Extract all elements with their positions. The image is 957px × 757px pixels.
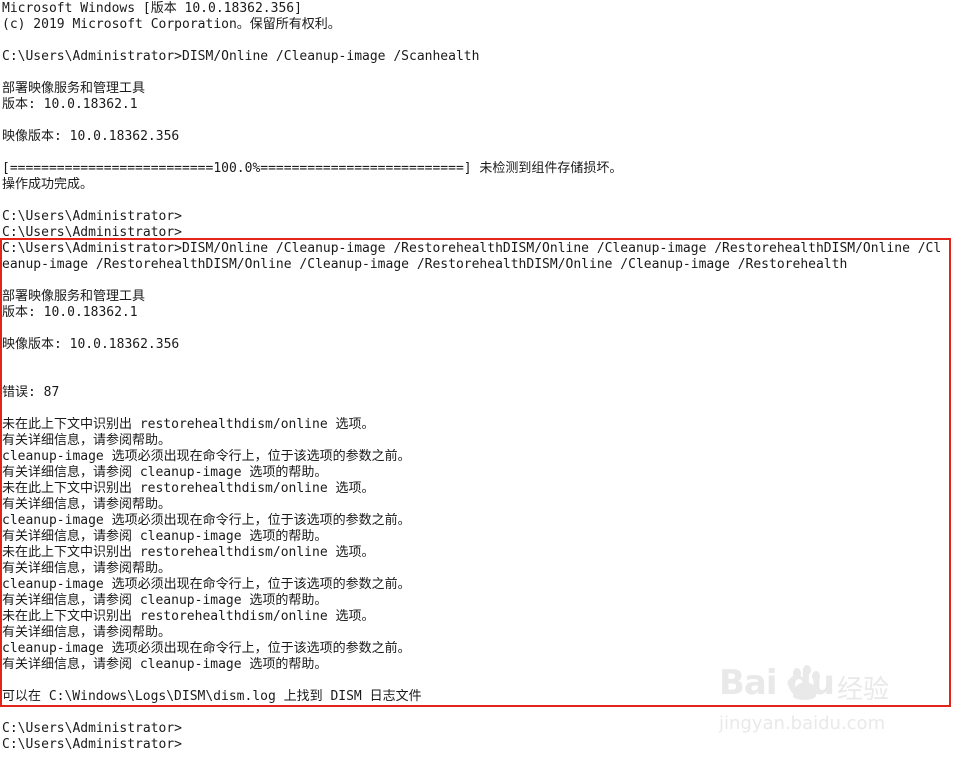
tool-name-line: 部署映像服务和管理工具 <box>2 289 146 304</box>
result-line: 操作成功完成。 <box>2 177 94 192</box>
error-message-line: cleanup-image 选项必须出现在命令行上，位于该选项的参数之前。 <box>2 449 411 464</box>
error-message-line: 未在此上下文中识别出 restorehealthdism/online 选项。 <box>2 545 375 560</box>
error-message-line: cleanup-image 选项必须出现在命令行上，位于该选项的参数之前。 <box>2 513 411 528</box>
error-message-line: cleanup-image 选项必须出现在命令行上，位于该选项的参数之前。 <box>2 641 411 656</box>
restorehealth-command-line: C:\Users\Administrator>DISM/Online /Clea… <box>2 241 942 256</box>
error-message-line: 未在此上下文中识别出 restorehealthdism/online 选项。 <box>2 417 375 432</box>
restorehealth-command-continuation: eanup-image /RestorehealthDISM/Online /C… <box>2 257 848 272</box>
tool-version-line: 版本: 10.0.18362.1 <box>2 305 138 320</box>
error-message-line: 有关详细信息，请参阅帮助。 <box>2 625 172 640</box>
error-message-line: 未在此上下文中识别出 restorehealthdism/online 选项。 <box>2 609 375 624</box>
copyright-line: (c) 2019 Microsoft Corporation。保留所有权利。 <box>2 17 341 32</box>
error-code-line: 错误: 87 <box>2 385 60 400</box>
error-message-line: 未在此上下文中识别出 restorehealthdism/online 选项。 <box>2 481 375 496</box>
progress-line: [==========================100.0%=======… <box>2 161 623 176</box>
windows-version-line: Microsoft Windows [版本 10.0.18362.356] <box>2 1 302 16</box>
image-version-line: 映像版本: 10.0.18362.356 <box>2 337 180 352</box>
tool-name-line: 部署映像服务和管理工具 <box>2 81 146 96</box>
error-message-line: 有关详细信息，请参阅 cleanup-image 选项的帮助。 <box>2 465 328 480</box>
console-output: Microsoft Windows [版本 10.0.18362.356] (c… <box>2 1 957 753</box>
jingyan-brand-text: 经验 <box>837 675 890 705</box>
baidu-jingyan-watermark: Bai du 经验 jingyan.baidu.com <box>719 663 909 743</box>
error-message-line: 有关详细信息，请参阅 cleanup-image 选项的帮助。 <box>2 593 328 608</box>
watermark-url: jingyan.baidu.com <box>719 713 886 734</box>
error-message-line: 有关详细信息，请参阅帮助。 <box>2 497 172 512</box>
prompt-line: C:\Users\Administrator> <box>2 225 183 240</box>
paw-icon <box>787 665 820 700</box>
error-message-line: 有关详细信息，请参阅帮助。 <box>2 433 172 448</box>
scanhealth-command-line: C:\Users\Administrator>DISM/Online /Clea… <box>2 49 480 64</box>
tool-version-line: 版本: 10.0.18362.1 <box>2 97 138 112</box>
console-window[interactable]: Microsoft Windows [版本 10.0.18362.356] (c… <box>0 0 957 757</box>
prompt-line: C:\Users\Administrator> <box>2 209 183 224</box>
error-message-line: cleanup-image 选项必须出现在命令行上，位于该选项的参数之前。 <box>2 577 411 592</box>
error-message-line: 有关详细信息，请参阅 cleanup-image 选项的帮助。 <box>2 529 328 544</box>
image-version-line: 映像版本: 10.0.18362.356 <box>2 129 180 144</box>
error-message-line: 有关详细信息，请参阅帮助。 <box>2 561 172 576</box>
